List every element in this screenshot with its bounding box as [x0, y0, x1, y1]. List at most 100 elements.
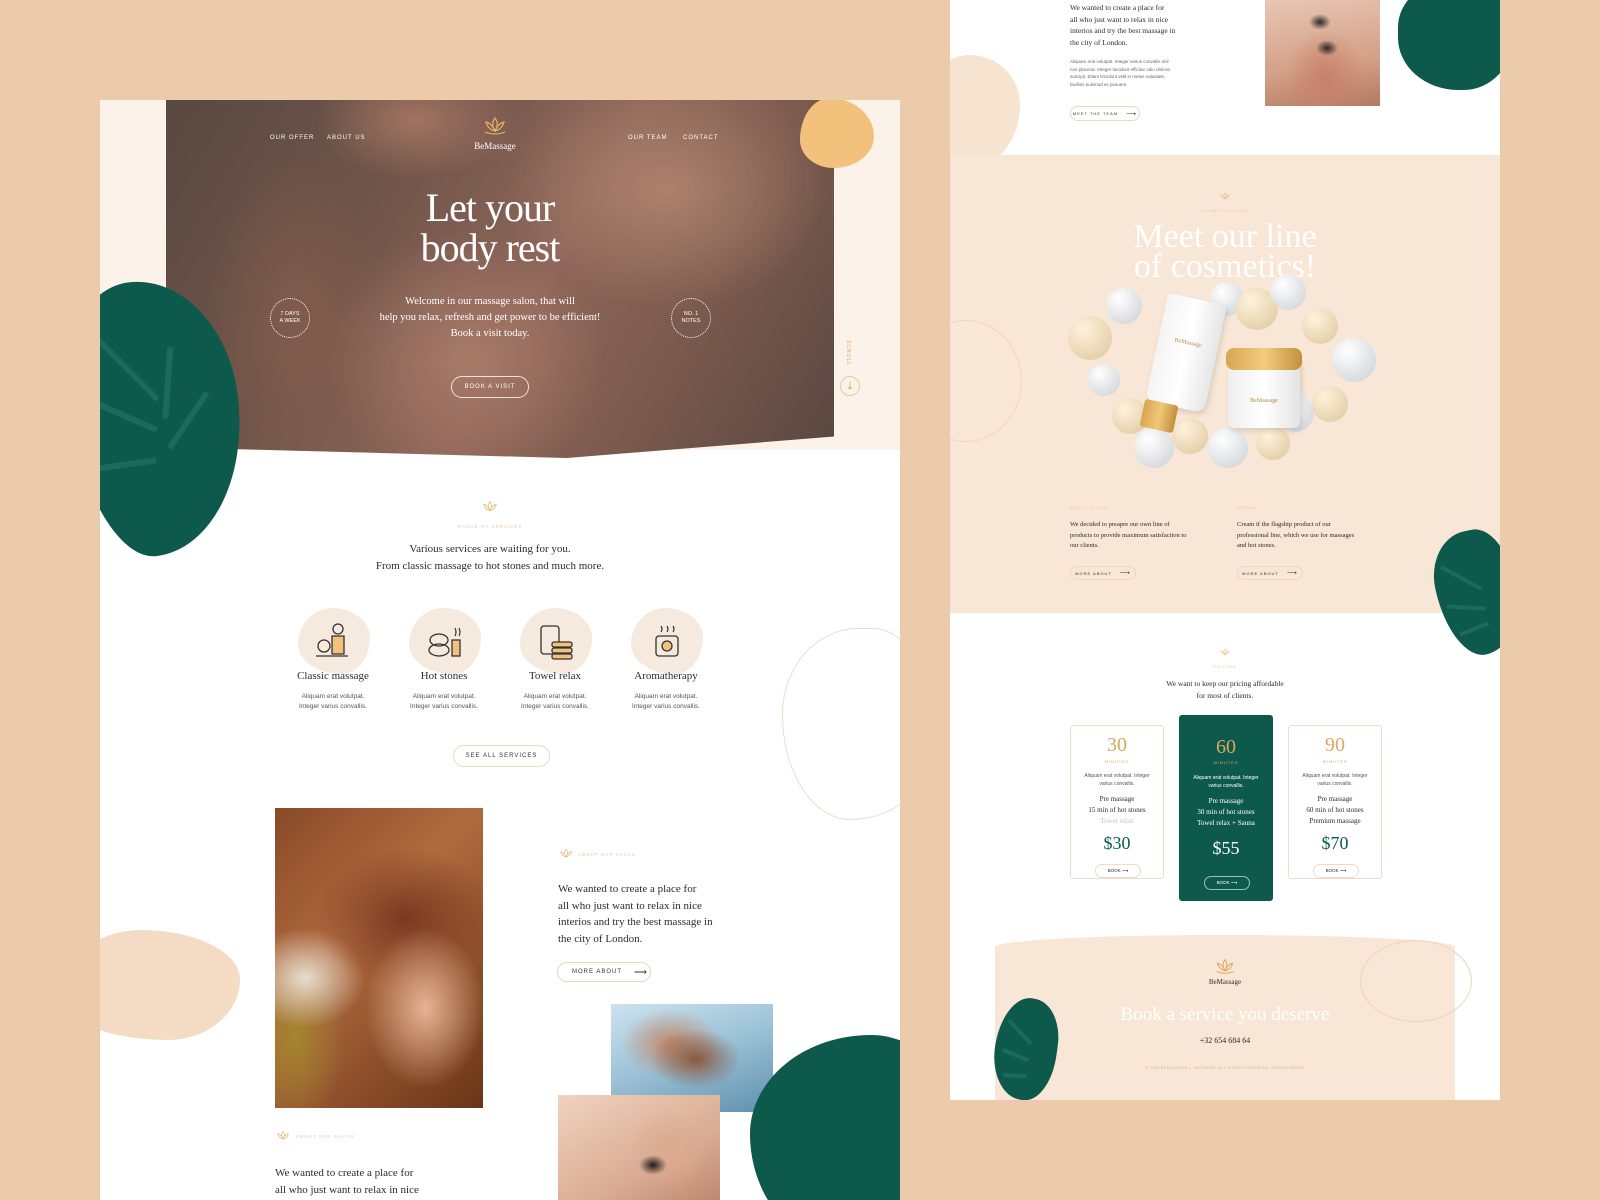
about-text-line4: the city of London. — [558, 932, 643, 945]
badge-7-days-line2: A WEEK — [279, 318, 301, 324]
about-text-line2: all who just want to relax in nice — [558, 899, 702, 912]
massage-person-icon — [316, 623, 348, 657]
price-features: Pre massage 60 min of hot stones Premium… — [1289, 794, 1381, 827]
price-feature-muted: Towel relax — [1100, 817, 1134, 825]
landing-page-preview-right: We wanted to create a place for all who … — [950, 0, 1500, 1100]
badge-7-days: 7 DAYS A WEEK — [270, 298, 310, 338]
body-lotion-more-button[interactable]: MORE ABOUT ⟶ — [1070, 566, 1136, 580]
service-title: Hot stones — [420, 670, 468, 682]
cream-more-button[interactable]: MORE ABOUT ⟶ — [1237, 566, 1303, 580]
ball — [1068, 316, 1112, 360]
about2-eyebrow: ABOUT OUR SALON — [296, 1134, 355, 1139]
ball — [1270, 274, 1306, 310]
more-about-label: MORE ABOUT — [1075, 570, 1112, 576]
top-small-line3: suscipit. Etiam tincidunt velit in metus… — [1070, 74, 1166, 79]
price-features: Pre massage 15 min of hot stones Towel r… — [1071, 794, 1163, 827]
nav-about-us[interactable]: ABOUT US — [327, 135, 366, 141]
price-features: Pre massage 30 min of hot stones Towel r… — [1180, 796, 1272, 829]
price-desc-line2: varius convallis. — [1317, 781, 1353, 787]
scroll-down-button[interactable] — [840, 376, 860, 396]
decorative-green-blob-top — [1398, 0, 1500, 90]
pricing-eyebrow: PRICING — [1213, 664, 1237, 669]
product-jar-lid — [1226, 348, 1302, 370]
top-small-text: Aliquam erat volutpat. Integer varius co… — [1070, 58, 1220, 88]
arrow-right-icon: ⟶ — [1126, 110, 1138, 118]
nav-our-offer[interactable]: OUR OFFER — [270, 135, 314, 141]
body-lotion-line2: products to provide maximum satisfaction… — [1070, 531, 1187, 539]
product-jar-label: BeMassage — [1250, 398, 1278, 404]
price-feature: Pre massage — [1317, 795, 1353, 803]
towel-icon — [540, 625, 573, 660]
more-about-button[interactable]: MORE ABOUT ⟶ — [557, 962, 651, 982]
more-about-label: MORE ABOUT — [1242, 570, 1279, 576]
top-text-line3: interios and try the best massage in — [1070, 26, 1176, 35]
service-desc: Aliquam erat volutpat. Integer varius con… — [611, 692, 721, 712]
ball — [1134, 428, 1174, 468]
ball — [1302, 308, 1338, 344]
about-lotus-icon — [560, 848, 572, 858]
price-card-90: 90 MINUTES Aliquam erat volutpat. Intege… — [1288, 725, 1382, 879]
services-eyebrow: RANGE OF SERVICES — [457, 524, 523, 529]
price-feature: Premium massage — [1309, 817, 1361, 825]
body-lotion-text: We decided to preapre our own line of pr… — [1070, 520, 1220, 552]
nav-contact[interactable]: CONTACT — [683, 135, 719, 141]
service-desc-line2: Integer varius convallis. — [410, 703, 478, 710]
cream-line1: Cream if the flagship product of our — [1237, 521, 1331, 528]
landing-page-preview-left: OUR OFFER ABOUT US OUR TEAM CONTACT BeMa… — [100, 100, 900, 1200]
pricing-heading: We want to keep our pricing affordable f… — [1125, 678, 1325, 701]
arrow-right-icon: ⟶ — [1230, 880, 1238, 885]
decorative-beige-blob-top — [950, 55, 1020, 165]
price-desc: Aliquam erat volutpat. Integer varius con… — [1180, 774, 1272, 790]
logo[interactable]: BeMassage — [466, 116, 524, 160]
badge-no1-line2: NOTES — [681, 318, 701, 324]
service-desc-line1: Aliquam erat volutpat. — [523, 693, 587, 700]
service-desc-line2: Integer varius convallis. — [521, 703, 589, 710]
hero-subtitle-line1: Welcome in our massage salon, that will — [405, 296, 575, 307]
book-a-visit-button[interactable]: BOOK A VISIT — [451, 376, 529, 398]
ball — [1106, 288, 1142, 324]
book-button[interactable]: BOOK ⟶ — [1095, 864, 1141, 878]
book-button[interactable]: BOOK ⟶ — [1204, 876, 1250, 890]
price-desc: Aliquam erat volutpat. Integer varius con… — [1289, 772, 1381, 788]
price-unit: MINUTES — [1322, 759, 1348, 764]
body-lotion-eyebrow: BODY LOTION — [1070, 505, 1109, 510]
cream-line3: and hot stones. — [1237, 542, 1276, 549]
services-heading-line1: Various services are waiting for you. — [409, 543, 571, 555]
decorative-green-leaf-right — [1424, 523, 1500, 662]
aroma-candle-icon — [655, 625, 679, 657]
service-title: Towel relax — [528, 670, 582, 682]
service-desc-line1: Aliquam erat volutpat. — [412, 693, 476, 700]
nav-our-team[interactable]: OUR TEAM — [628, 135, 668, 141]
about2-text: We wanted to create a place for all who … — [275, 1165, 475, 1198]
footer-phone[interactable]: +32 654 684 64 — [1150, 1036, 1300, 1045]
service-desc: Aliquam erat volutpat. Integer varius con… — [500, 692, 610, 712]
product-tube: BeMassage — [1145, 292, 1227, 414]
book-button[interactable]: BOOK ⟶ — [1313, 864, 1359, 878]
badge-no1-line1: NO. 1 — [683, 311, 699, 317]
cream-eyebrow: CREAM — [1237, 505, 1257, 510]
see-all-services-button[interactable]: SEE ALL SERVICES — [453, 745, 550, 767]
meet-the-team-label: MEET THE TEAM — [1072, 111, 1119, 116]
hero-title-line2: body rest — [420, 225, 561, 270]
about-photo-woman-towel — [275, 808, 483, 1108]
price-amount: $55 — [1212, 838, 1240, 858]
top-text-line1: We wanted to create a place for — [1070, 3, 1165, 12]
about-text-line1: We wanted to create a place for — [558, 883, 697, 895]
product-tube-label: BeMassage — [1173, 337, 1203, 350]
service-desc-line2: Integer varius convallis. — [299, 703, 367, 710]
logo-text: BeMassage — [474, 141, 516, 151]
top-small-line4: facilisis euismod ex posuere. — [1070, 81, 1128, 87]
hero-subtitle-line2: help you relax, refresh and get power to… — [379, 312, 601, 323]
pricing-heading-line1: We want to keep our pricing affordable — [1166, 679, 1284, 688]
top-text: We wanted to create a place for all who … — [1070, 2, 1220, 48]
service-desc-line1: Aliquam erat volutpat. — [634, 693, 698, 700]
body-lotion-line3: our clients. — [1070, 542, 1099, 549]
price-desc-line2: varius convallis. — [1208, 783, 1244, 789]
body-lotion-line1: We decided to preapre our own line of — [1070, 521, 1170, 528]
service-desc-line2: Integer varius convallis. — [632, 703, 700, 710]
badge-7-days-line1: 7 DAYS — [280, 311, 300, 317]
cosmetics-lotus-icon — [1220, 192, 1230, 200]
meet-the-team-button[interactable]: MEET THE TEAM ⟶ — [1070, 106, 1140, 121]
about-eyebrow: ABOUT OUR SALON — [578, 852, 637, 857]
services-heading: Various services are waiting for you. Fr… — [340, 541, 640, 575]
